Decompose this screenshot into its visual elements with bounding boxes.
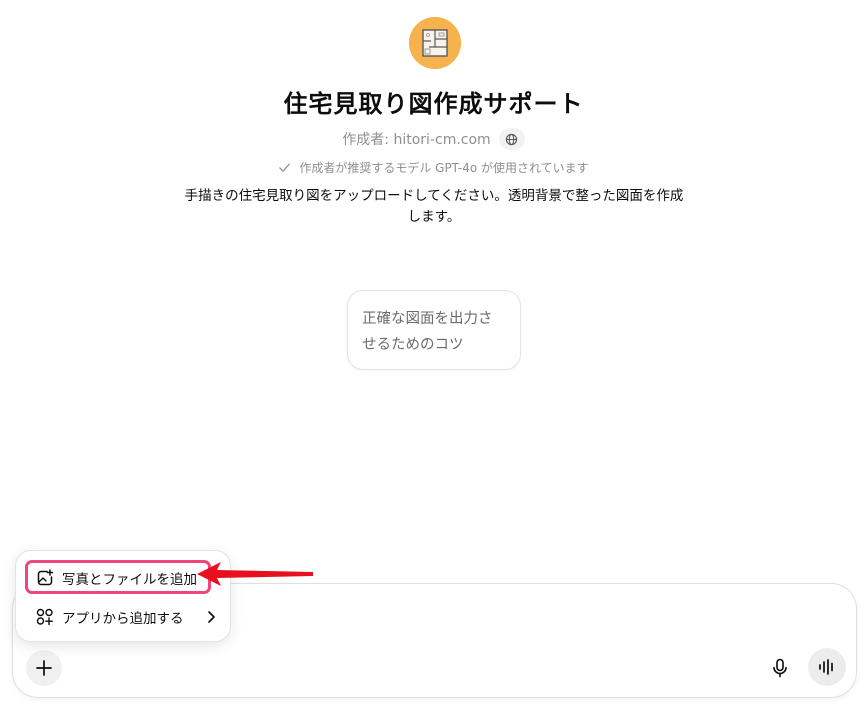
author-label: 作成者: hitori-cm.com (342, 132, 491, 148)
plus-icon (36, 660, 52, 676)
attach-menu: 写真とファイルを追加 アプリから追加する (15, 550, 231, 642)
dictate-button[interactable] (766, 654, 794, 682)
floorplan-icon (409, 17, 461, 69)
menu-item-add-photos-files[interactable]: 写真とファイルを追加 (16, 563, 232, 593)
menu-item-label: アプリから追加する (62, 611, 184, 627)
voice-mode-button[interactable] (808, 648, 846, 686)
gpt-description: 手描きの住宅見取り図をアップロードしてください。透明背景で整った図面を作成します… (184, 188, 684, 225)
microphone-icon (773, 658, 787, 678)
model-note-row: 作成者が推奨するモデル GPT-4o が使用されています (0, 159, 867, 176)
chatgpt-page: 住宅見取り図作成サポート 作成者: hitori-cm.com 作成者が推奨する… (0, 0, 867, 710)
globe-icon (506, 133, 518, 145)
apps-icon (36, 608, 54, 626)
gpt-title: 住宅見取り図作成サポート (283, 90, 584, 118)
website-link[interactable] (498, 128, 525, 150)
gpt-avatar (409, 17, 461, 69)
check-icon (279, 163, 291, 172)
conversation-starter[interactable]: 正確な図面を出力させるためのコツ (347, 290, 521, 370)
attach-button[interactable] (26, 650, 62, 686)
voice-mode-icon (819, 659, 833, 675)
conversation-starter-label: 正確な図面を出力させるためのコツ (362, 311, 493, 353)
model-note: 作成者が推奨するモデル GPT-4o が使用されています (299, 161, 589, 175)
menu-item-add-from-apps[interactable]: アプリから追加する (16, 602, 232, 632)
chevron-right-icon (208, 611, 215, 623)
author-row: 作成者: hitori-cm.com (0, 128, 867, 150)
menu-item-label: 写真とファイルを追加 (62, 572, 197, 588)
add-photo-icon (36, 569, 54, 587)
